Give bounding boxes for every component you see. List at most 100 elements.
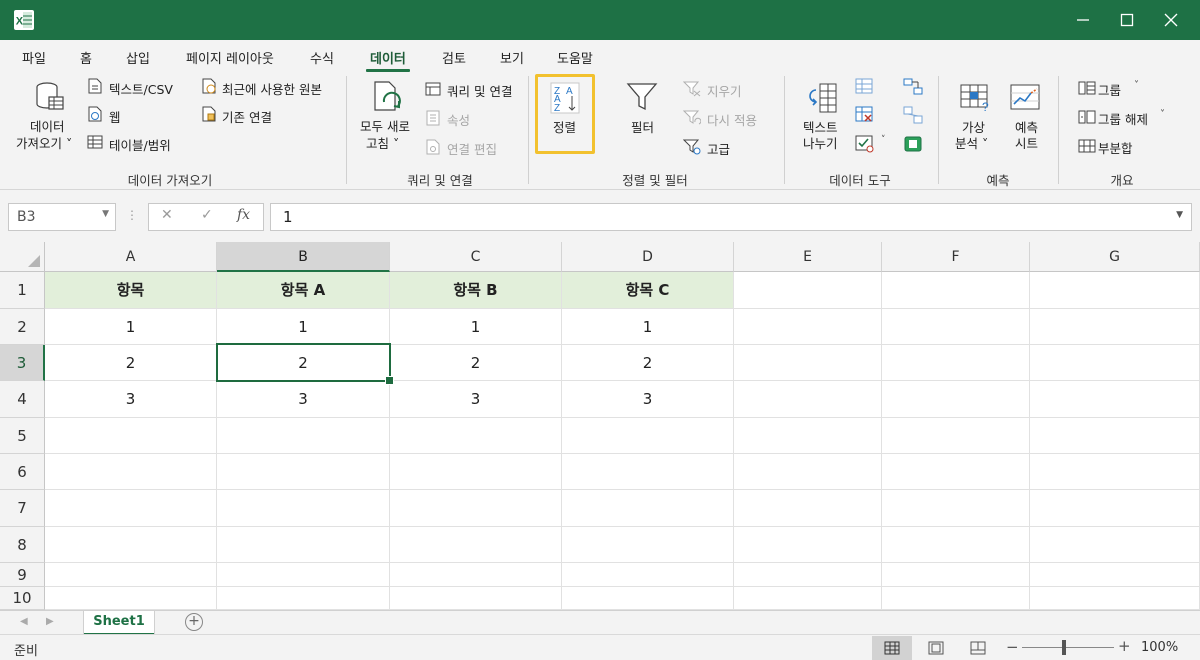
text-csv-button[interactable]: 텍스트/CSV <box>109 79 173 98</box>
cell-d8[interactable] <box>562 527 734 563</box>
cell-a3[interactable]: 2 <box>45 345 217 381</box>
cell-c10[interactable] <box>390 587 562 610</box>
cell-c2[interactable]: 1 <box>390 309 562 345</box>
cell-a7[interactable] <box>45 490 217 527</box>
scroll-sheets-left-icon[interactable]: ◀ <box>20 616 28 627</box>
cell-f10[interactable] <box>882 587 1030 610</box>
cell-d9[interactable] <box>562 563 734 587</box>
cell-b6[interactable] <box>217 454 390 490</box>
row-header-3[interactable]: 3 <box>0 345 45 381</box>
cell-f1[interactable] <box>882 272 1030 309</box>
cell-c3[interactable]: 2 <box>390 345 562 381</box>
enter-icon[interactable]: ✓ <box>201 207 213 223</box>
cell-c9[interactable] <box>390 563 562 587</box>
cell-c8[interactable] <box>390 527 562 563</box>
formula-bar-grip-icon[interactable]: ⋮ <box>126 208 138 222</box>
row-header-5[interactable]: 5 <box>0 418 45 454</box>
tab-file[interactable]: 파일 <box>22 48 46 70</box>
select-all-button[interactable] <box>0 242 45 272</box>
row-header-2[interactable]: 2 <box>0 309 45 345</box>
cell-e2[interactable] <box>734 309 882 345</box>
cell-d2[interactable]: 1 <box>562 309 734 345</box>
add-sheet-icon[interactable]: + <box>185 613 203 631</box>
cell-e10[interactable] <box>734 587 882 610</box>
tab-home[interactable]: 홈 <box>80 48 92 70</box>
edit-links-button[interactable]: 연결 편집 <box>447 139 497 158</box>
cell-b4[interactable]: 3 <box>217 381 390 418</box>
web-button[interactable]: 웹 <box>109 107 121 126</box>
cell-g5[interactable] <box>1030 418 1200 454</box>
subtotal-button[interactable]: 부분합 <box>1098 138 1133 157</box>
cell-b5[interactable] <box>217 418 390 454</box>
cell-c4[interactable]: 3 <box>390 381 562 418</box>
cell-e9[interactable] <box>734 563 882 587</box>
zoom-level[interactable]: 100% <box>1141 640 1178 655</box>
sheet-tab-sheet1[interactable]: Sheet1 <box>84 611 154 635</box>
cell-a4[interactable]: 3 <box>45 381 217 418</box>
column-header-c[interactable]: C <box>390 242 562 272</box>
cell-e1[interactable] <box>734 272 882 309</box>
cell-g8[interactable] <box>1030 527 1200 563</box>
column-header-e[interactable]: E <box>734 242 882 272</box>
normal-view-button[interactable] <box>872 636 912 660</box>
cell-a8[interactable] <box>45 527 217 563</box>
name-box-dropdown-icon[interactable]: ▼ <box>102 209 109 219</box>
cell-f2[interactable] <box>882 309 1030 345</box>
cell-b9[interactable] <box>217 563 390 587</box>
cell-b10[interactable] <box>217 587 390 610</box>
tab-insert[interactable]: 삽입 <box>126 48 150 70</box>
cell-b8[interactable] <box>217 527 390 563</box>
zoom-slider-thumb[interactable] <box>1062 640 1066 655</box>
cell-d6[interactable] <box>562 454 734 490</box>
zoom-in-button[interactable]: + <box>1118 637 1131 655</box>
cell-f7[interactable] <box>882 490 1030 527</box>
cell-e4[interactable] <box>734 381 882 418</box>
column-header-f[interactable]: F <box>882 242 1030 272</box>
cell-g3[interactable] <box>1030 345 1200 381</box>
tab-help[interactable]: 도움말 <box>557 48 593 70</box>
name-box[interactable]: B3 ▼ <box>8 203 116 231</box>
cell-f3[interactable] <box>882 345 1030 381</box>
tab-review[interactable]: 검토 <box>442 48 466 70</box>
row-header-8[interactable]: 8 <box>0 527 45 563</box>
cell-d7[interactable] <box>562 490 734 527</box>
ungroup-dropdown-icon[interactable]: ˅ <box>1160 109 1165 120</box>
clear-button[interactable]: 지우기 <box>707 81 742 100</box>
cell-b1[interactable]: 항목 A <box>217 272 390 309</box>
cell-e8[interactable] <box>734 527 882 563</box>
cell-g4[interactable] <box>1030 381 1200 418</box>
cancel-icon[interactable]: ✕ <box>161 207 173 223</box>
cell-a5[interactable] <box>45 418 217 454</box>
cell-c6[interactable] <box>390 454 562 490</box>
cell-d5[interactable] <box>562 418 734 454</box>
row-header-4[interactable]: 4 <box>0 381 45 418</box>
column-header-g[interactable]: G <box>1030 242 1200 272</box>
cell-e6[interactable] <box>734 454 882 490</box>
table-range-button[interactable]: 테이블/범위 <box>109 135 171 154</box>
cell-g10[interactable] <box>1030 587 1200 610</box>
group-button[interactable]: 그룹 <box>1098 80 1121 99</box>
row-header-6[interactable]: 6 <box>0 454 45 490</box>
cell-e5[interactable] <box>734 418 882 454</box>
cell-a6[interactable] <box>45 454 217 490</box>
maximize-button[interactable] <box>1104 0 1150 40</box>
zoom-out-button[interactable]: − <box>1006 638 1019 656</box>
cell-e7[interactable] <box>734 490 882 527</box>
advanced-button[interactable]: 고급 <box>707 139 730 158</box>
cell-a9[interactable] <box>45 563 217 587</box>
column-header-a[interactable]: A <box>45 242 217 272</box>
cell-f6[interactable] <box>882 454 1030 490</box>
reapply-button[interactable]: 다시 적용 <box>707 110 757 129</box>
insert-function-icon[interactable]: fx <box>237 207 250 223</box>
cell-f4[interactable] <box>882 381 1030 418</box>
tab-view[interactable]: 보기 <box>500 48 524 70</box>
zoom-slider[interactable] <box>1022 647 1114 648</box>
row-header-10[interactable]: 10 <box>0 587 45 610</box>
cell-g9[interactable] <box>1030 563 1200 587</box>
cell-c5[interactable] <box>390 418 562 454</box>
cell-f9[interactable] <box>882 563 1030 587</box>
cell-a10[interactable] <box>45 587 217 610</box>
tab-page-layout[interactable]: 페이지 레이아웃 <box>186 48 274 70</box>
cell-g7[interactable] <box>1030 490 1200 527</box>
tab-data[interactable]: 데이터 <box>366 48 410 72</box>
